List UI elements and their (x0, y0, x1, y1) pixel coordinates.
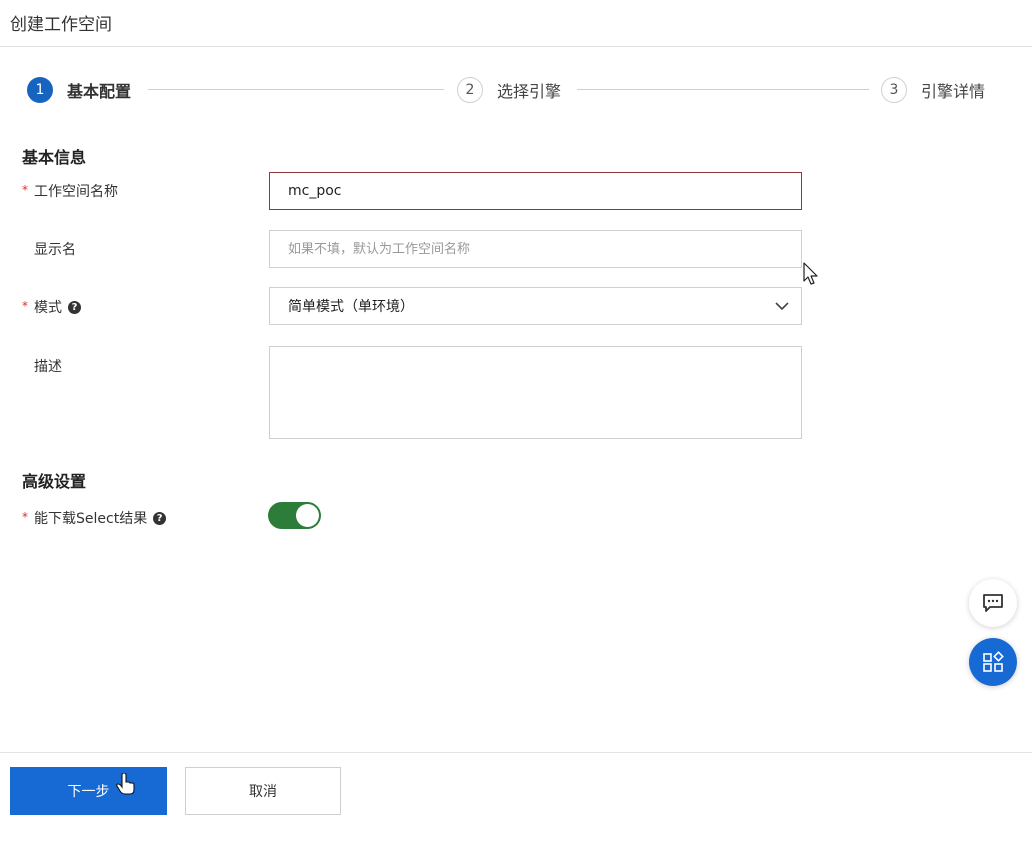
step-3-number: 3 (881, 77, 907, 103)
description-label-text: 描述 (34, 359, 62, 375)
workspace-name-label: 工作空间名称 (34, 181, 118, 201)
step-3: 3 引擎详情 (881, 76, 985, 104)
mode-select[interactable]: 简单模式（单环境） (269, 287, 802, 325)
workspace-name-label-text: 工作空间名称 (34, 184, 118, 200)
step-1-number: 1 (27, 77, 53, 103)
download-select-label-text: 能下载Select结果 (34, 511, 148, 527)
required-mark: * (22, 299, 28, 313)
page-footer: 下一步 取消 (0, 752, 1032, 841)
step-connector (148, 89, 444, 90)
required-mark: * (22, 510, 28, 524)
page-header: 创建工作空间 (0, 0, 1032, 47)
download-select-toggle[interactable] (268, 502, 321, 529)
step-connector (577, 89, 869, 90)
download-select-label: 能下载Select结果 ? (34, 508, 167, 528)
next-step-button[interactable]: 下一步 (10, 767, 167, 815)
description-label: 描述 (34, 356, 62, 376)
page-title: 创建工作空间 (10, 15, 112, 35)
mode-label: 模式 ? (34, 297, 81, 317)
advanced-settings-title: 高级设置 (22, 472, 87, 491)
apps-grid-icon (983, 651, 1004, 672)
chat-bubble-icon (983, 594, 1003, 612)
help-circle-icon[interactable]: ? (153, 511, 167, 525)
apps-button[interactable] (969, 638, 1017, 686)
step-3-label: 引擎详情 (921, 82, 986, 101)
step-2: 2 选择引擎 (457, 76, 561, 104)
workspace-name-input[interactable] (269, 172, 802, 210)
step-1: 1 基本配置 (27, 76, 131, 104)
step-2-number: 2 (457, 77, 483, 103)
required-mark: * (22, 183, 28, 197)
cancel-button[interactable]: 取消 (185, 767, 341, 815)
hand-cursor-icon (116, 773, 135, 795)
display-name-label: 显示名 (34, 239, 76, 259)
mouse-cursor-icon (803, 262, 818, 285)
display-name-input[interactable] (269, 230, 802, 268)
step-1-label: 基本配置 (67, 82, 132, 101)
toggle-knob (296, 504, 319, 527)
step-2-label: 选择引擎 (497, 82, 562, 101)
chevron-down-icon (775, 301, 789, 310)
description-textarea[interactable] (269, 346, 802, 439)
mode-selected-value: 简单模式（单环境） (288, 299, 414, 315)
display-name-label-text: 显示名 (34, 242, 76, 258)
feedback-button[interactable] (969, 579, 1017, 627)
mode-label-text: 模式 (34, 300, 62, 316)
step-indicator: 1 基本配置 2 选择引擎 3 引擎详情 (0, 76, 1032, 106)
help-circle-icon[interactable]: ? (68, 300, 81, 314)
basic-info-title: 基本信息 (22, 148, 87, 167)
